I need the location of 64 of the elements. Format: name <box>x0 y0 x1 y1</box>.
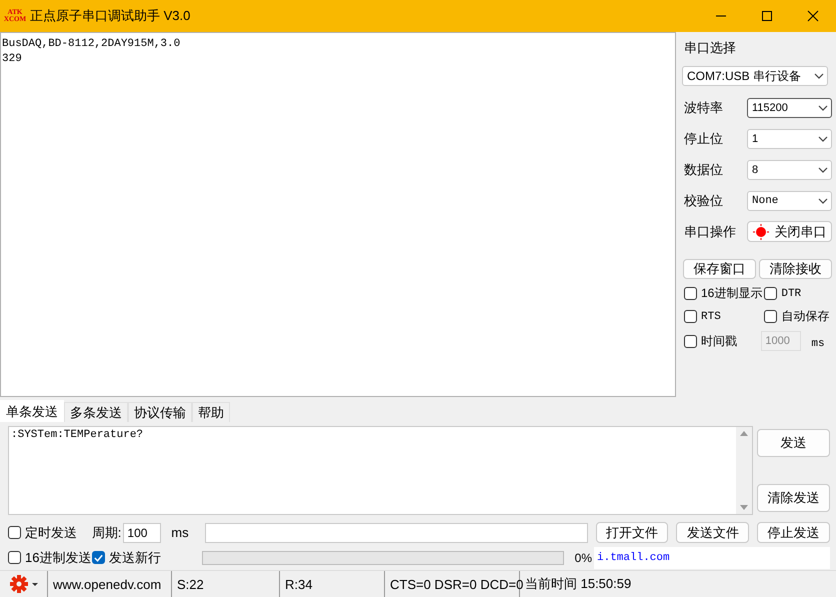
checkbox[interactable] <box>684 310 697 323</box>
unit-label: ms <box>171 525 189 540</box>
dropdown[interactable]: 8 <box>747 160 832 180</box>
file-button[interactable]: 发送文件 <box>676 522 750 543</box>
unit-label: ms <box>811 338 825 350</box>
checkbox-label: DTR <box>781 288 802 300</box>
tab[interactable]: 单条发送 <box>0 400 64 422</box>
link[interactable]: i.tmall.com <box>594 546 830 568</box>
caret-icon <box>32 582 38 586</box>
checkbox[interactable] <box>764 310 778 323</box>
checkbox-label: 定时发送 <box>25 524 77 542</box>
dropdown[interactable]: 1 <box>747 128 832 148</box>
scroll-down-icon <box>739 504 749 512</box>
send-input[interactable]: :SYSTem:TEMPerature? <box>8 426 753 515</box>
period-field[interactable]: 100 <box>123 522 162 542</box>
checkbox[interactable] <box>684 287 697 300</box>
status-text: R:34 <box>280 570 385 597</box>
tab[interactable]: 多条发送 <box>64 402 128 422</box>
tab[interactable]: 协议传输 <box>128 402 192 422</box>
chevron-icon <box>818 134 828 142</box>
scroll-up-icon <box>739 429 749 437</box>
status-text: www.openedv.com <box>48 570 172 597</box>
checkbox-label: RTS <box>701 310 721 322</box>
send-button[interactable]: 发送 <box>757 429 830 457</box>
received-line: 329 <box>2 52 23 67</box>
port-dropdown[interactable]: COM7:USB 串行设备 <box>682 66 828 86</box>
checkbox-label: 自动保存 <box>781 308 830 325</box>
send-button[interactable]: 清除发送 <box>757 484 830 512</box>
field-label: 波特率 <box>684 98 723 116</box>
dropdown[interactable]: 115200 <box>747 98 832 118</box>
checkbox-label: 16进制显示 <box>701 285 762 302</box>
field-label: 数据位 <box>684 160 723 178</box>
percent-label: 0% <box>574 550 593 564</box>
status-text: 当前时间 15:50:59 <box>524 575 632 593</box>
file-path-field[interactable] <box>204 522 588 542</box>
field-label: 串口操作 <box>684 222 736 240</box>
checkbox[interactable] <box>92 551 105 564</box>
chevron-icon <box>818 166 828 174</box>
period-label: 周期: <box>92 524 122 542</box>
action-button[interactable]: 清除接收 <box>759 259 832 279</box>
chevron-icon <box>818 196 828 204</box>
checkbox[interactable] <box>8 526 21 539</box>
checkbox[interactable] <box>8 551 21 564</box>
checkbox[interactable] <box>684 334 697 348</box>
checkbox[interactable] <box>764 287 778 300</box>
chevron-icon <box>814 72 824 80</box>
checkbox-label: 时间戳 <box>701 332 737 350</box>
checkbox-label: 16进制发送 <box>25 548 92 566</box>
settings-icon[interactable] <box>10 575 28 593</box>
status-text: S:22 <box>172 570 280 597</box>
scrollbar[interactable] <box>736 427 752 514</box>
checkbox-label: 发送新行 <box>109 548 161 566</box>
file-button[interactable]: 打开文件 <box>596 522 668 543</box>
tab[interactable]: 帮助 <box>192 402 230 422</box>
dropdown[interactable]: None <box>747 190 832 210</box>
received-line: BusDAQ,BD-8112,2DAY915M,3.0 <box>2 37 182 52</box>
field-label: 停止位 <box>684 130 723 148</box>
file-button[interactable]: 停止发送 <box>757 522 830 543</box>
chevron-icon <box>818 104 828 112</box>
action-button[interactable]: 保存窗口 <box>683 259 756 279</box>
close-port-button[interactable]: 关闭串口 <box>747 221 832 242</box>
field-label: 校验位 <box>684 192 723 210</box>
port-label: 串口选择 <box>684 39 737 57</box>
window-title: 正点原子串口调试助手 V3.0 <box>30 7 192 25</box>
